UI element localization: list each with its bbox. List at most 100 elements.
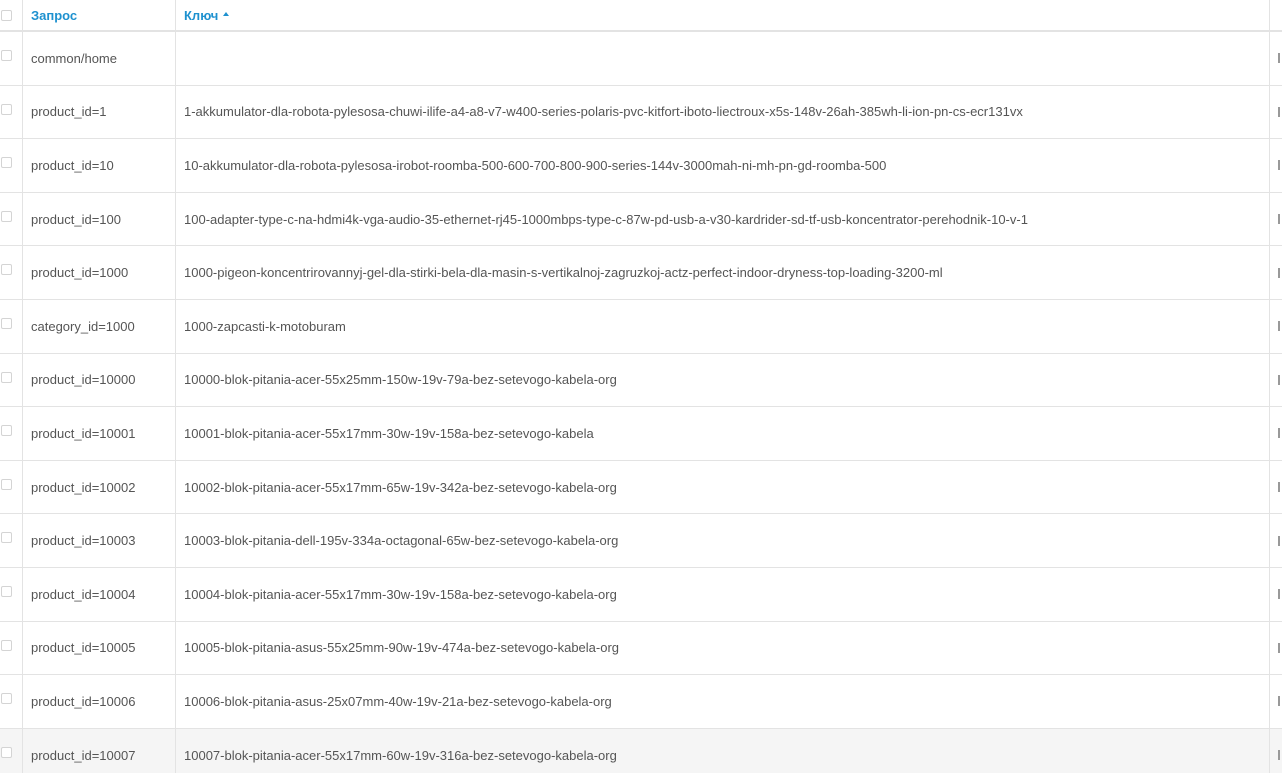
query-cell: product_id=100 (23, 192, 176, 246)
table-row: product_id=10000 10000-blok-pitania-acer… (0, 353, 1282, 408)
query-cell: product_id=10002 (23, 460, 176, 514)
caret-up-icon (223, 12, 230, 16)
row-checkbox[interactable] (1, 532, 12, 544)
query-cell: product_id=10001 (23, 407, 176, 460)
row-checkbox-cell (0, 246, 23, 299)
key-cell: 1000-pigeon-koncentrirovannyj-gel-dla-st… (176, 246, 1270, 299)
clipped-action-edge[interactable] (1278, 750, 1280, 761)
row-checkbox[interactable] (1, 746, 12, 758)
table-row: product_id=10007 10007-blok-pitania-acer… (0, 728, 1282, 773)
clipped-action-edge[interactable] (1278, 106, 1280, 117)
overflow-cell (1270, 354, 1282, 407)
query-value: product_id=10002 (31, 479, 136, 495)
clipped-action-edge[interactable] (1278, 267, 1280, 278)
clipped-action-edge[interactable] (1278, 482, 1280, 493)
clipped-action-edge[interactable] (1278, 589, 1280, 600)
query-value: product_id=10005 (31, 640, 136, 656)
row-checkbox-cell (0, 675, 23, 728)
row-checkbox[interactable] (1, 264, 12, 276)
query-cell: product_id=1000 (23, 246, 176, 299)
table-row: common/home (0, 32, 1282, 86)
row-checkbox[interactable] (1, 157, 12, 169)
query-value: product_id=10001 (31, 425, 136, 441)
clipped-action-edge[interactable] (1278, 374, 1280, 385)
row-checkbox[interactable] (1, 317, 12, 329)
overflow-cell (1270, 246, 1282, 299)
query-value: product_id=10 (31, 157, 114, 173)
header-checkbox-cell (0, 0, 23, 30)
clipped-action-edge[interactable] (1278, 160, 1280, 171)
row-checkbox[interactable] (1, 639, 12, 651)
row-checkbox[interactable] (1, 210, 12, 222)
table-row: product_id=10005 10005-blok-pitania-asus… (0, 621, 1282, 676)
row-checkbox[interactable] (1, 478, 12, 490)
row-checkbox-cell (0, 353, 23, 407)
table-row: product_id=1000 1000-pigeon-koncentrirov… (0, 246, 1282, 300)
query-cell: product_id=10007 (23, 728, 176, 773)
table-row: product_id=1 1-akkumulator-dla-robota-py… (0, 85, 1282, 140)
row-checkbox-cell (0, 514, 23, 567)
key-value: 10006-blok-pitania-asus-25x07mm-40w-19v-… (184, 693, 612, 709)
key-cell: 100-adapter-type-c-na-hdmi4k-vga-audio-3… (176, 192, 1270, 246)
query-cell: common/home (23, 32, 176, 85)
key-cell (176, 32, 1270, 85)
row-checkbox[interactable] (1, 425, 12, 437)
clipped-action-edge[interactable] (1278, 321, 1280, 332)
row-checkbox-cell (0, 460, 23, 514)
row-checkbox[interactable] (1, 371, 12, 383)
query-value: product_id=10004 (31, 586, 136, 602)
table-header-row: Запрос Ключ (0, 0, 1282, 32)
overflow-cell (1270, 86, 1282, 139)
row-checkbox[interactable] (1, 585, 12, 597)
sort-by-query-link[interactable]: Запрос (31, 8, 77, 23)
overflow-cell (1270, 729, 1282, 773)
query-value: product_id=10006 (31, 693, 136, 709)
table-row: product_id=10002 10002-blok-pitania-acer… (0, 460, 1282, 515)
clipped-action-edge[interactable] (1278, 53, 1280, 64)
clipped-action-edge[interactable] (1278, 642, 1280, 653)
key-value: 10005-blok-pitania-asus-55x25mm-90w-19v-… (184, 640, 620, 656)
query-cell: product_id=10004 (23, 567, 176, 621)
key-value: 10000-blok-pitania-acer-55x25mm-150w-19v… (184, 372, 617, 388)
key-cell: 10001-blok-pitania-acer-55x17mm-30w-19v-… (176, 407, 1270, 460)
header-query-cell: Запрос (23, 0, 176, 30)
query-cell: product_id=1 (23, 85, 176, 139)
key-value: 10002-blok-pitania-acer-55x17mm-65w-19v-… (184, 479, 617, 495)
row-checkbox-cell (0, 32, 23, 85)
row-checkbox-cell (0, 567, 23, 621)
key-value: 1000-pigeon-koncentrirovannyj-gel-dla-st… (184, 265, 943, 281)
query-cell: product_id=10005 (23, 621, 176, 675)
row-checkbox[interactable] (1, 693, 12, 705)
select-all-checkbox[interactable] (1, 9, 12, 21)
row-checkbox-cell (0, 407, 23, 460)
key-cell: 10005-blok-pitania-asus-55x25mm-90w-19v-… (176, 621, 1270, 675)
query-cell: product_id=10003 (23, 514, 176, 567)
row-checkbox[interactable] (1, 50, 12, 61)
key-value: 100-adapter-type-c-na-hdmi4k-vga-audio-3… (184, 211, 1028, 227)
clipped-action-edge[interactable] (1278, 535, 1280, 546)
key-value: 1-akkumulator-dla-robota-pylesosa-chuwi-… (184, 104, 1023, 120)
key-value: 10004-blok-pitania-acer-55x17mm-30w-19v-… (184, 586, 617, 602)
query-value: product_id=1000 (31, 265, 129, 281)
clipped-action-edge[interactable] (1278, 428, 1280, 439)
key-value: 10-akkumulator-dla-robota-pylesosa-irobo… (184, 157, 887, 173)
row-checkbox-cell (0, 299, 23, 353)
key-cell: 10-akkumulator-dla-robota-pylesosa-irobo… (176, 139, 1270, 192)
key-cell: 10002-blok-pitania-acer-55x17mm-65w-19v-… (176, 460, 1270, 514)
header-overflow-cell (1270, 0, 1282, 30)
row-checkbox[interactable] (1, 103, 12, 115)
key-cell: 10007-blok-pitania-acer-55x17mm-60w-19v-… (176, 728, 1270, 773)
overflow-cell (1270, 193, 1282, 246)
query-cell: product_id=10 (23, 139, 176, 192)
table-row: product_id=10 10-akkumulator-dla-robota-… (0, 139, 1282, 193)
clipped-action-edge[interactable] (1278, 214, 1280, 225)
key-cell: 1-akkumulator-dla-robota-pylesosa-chuwi-… (176, 85, 1270, 139)
table-row: category_id=1000 1000-zapcasti-k-motobur… (0, 299, 1282, 354)
clipped-action-edge[interactable] (1278, 696, 1280, 707)
query-value: product_id=10007 (31, 747, 136, 763)
key-value: 10003-blok-pitania-dell-195v-334a-octago… (184, 533, 619, 549)
sort-by-key-link[interactable]: Ключ (184, 8, 218, 23)
overflow-cell (1270, 568, 1282, 621)
query-value: product_id=10003 (31, 533, 136, 549)
key-cell: 10000-blok-pitania-acer-55x25mm-150w-19v… (176, 353, 1270, 407)
